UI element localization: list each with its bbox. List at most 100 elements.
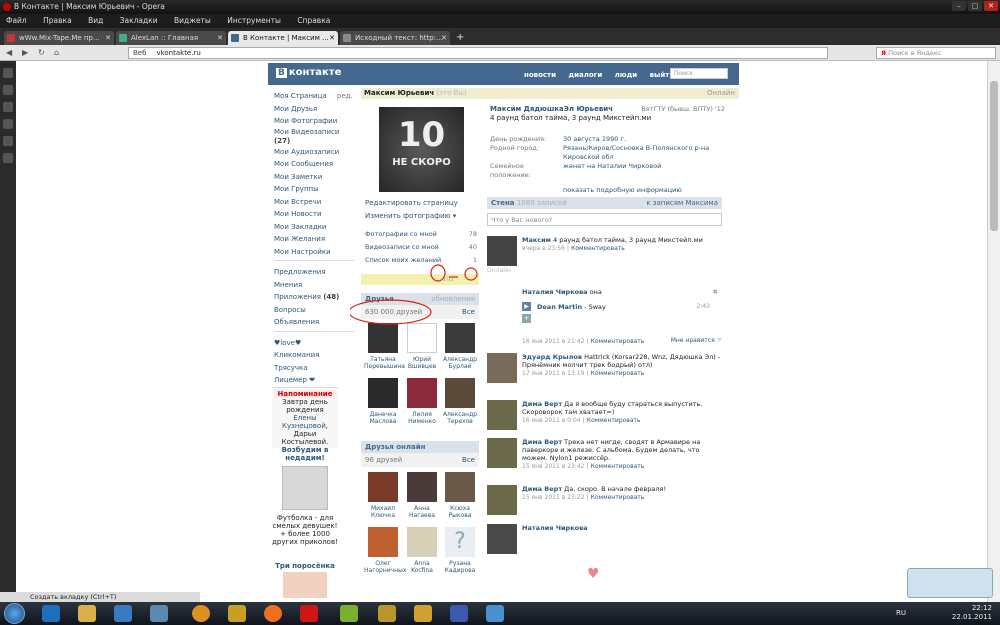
maximize-button[interactable]: □ [968,1,982,11]
friend-first-name[interactable]: Анна [403,505,441,512]
friend-photo[interactable] [445,472,475,502]
friend-first-name[interactable]: Олег [364,560,402,567]
minimize-button[interactable]: – [952,1,966,11]
friend-last-name[interactable]: Вшивцев [403,363,441,370]
play-icon[interactable]: ▶ [522,302,531,311]
to-records-link[interactable]: к записям Максима [646,199,718,207]
friend-card[interactable]: Михаил Ключка [364,472,402,519]
comment-link[interactable]: Комментировать [591,338,645,345]
app-icon[interactable] [228,605,246,622]
show-more-info-link[interactable]: показать подробную информацию [563,186,725,195]
menu-questions[interactable]: Вопросы [274,304,354,317]
page-scrollbar[interactable] [987,61,1000,602]
scrollbar-thumb[interactable] [990,81,998,231]
post-author[interactable]: Дима Верт [522,400,562,408]
ad2-image[interactable] [283,572,327,598]
friend-last-name[interactable]: Маслова [364,418,402,425]
friend-card[interactable]: Anna Kocfina [403,527,441,574]
menu-widgets[interactable]: Виджеты [174,16,211,25]
menu-opinions[interactable]: Мнения [274,279,354,292]
profile-university[interactable]: ВятГТУ (бывш. ВПТУ) '12 [641,105,725,114]
menu-bookmarks[interactable]: Закладки [120,16,158,25]
friend-card[interactable]: Ксюха Рыкова [441,472,479,519]
post-author[interactable]: Наталия Чиркова [522,288,588,296]
friend-card[interactable]: Лилия Нименко [403,378,441,425]
menu-ads[interactable]: Объявления [274,316,354,329]
friend-first-name[interactable]: Данечка [364,411,402,418]
menu-my-messages[interactable]: Мои Сообщения [274,158,354,171]
tab-close-icon[interactable]: ✕ [329,31,335,45]
tab-vkontakte[interactable]: В Контакте | Максим ... ✕ [228,31,338,45]
song-artist[interactable]: Dean Martin [537,303,582,311]
wall-post-input[interactable]: Что у Вас нового? [487,213,722,226]
friend-photo[interactable] [407,472,437,502]
app-icon[interactable] [192,605,210,622]
friend-last-name[interactable]: Терехов [441,418,479,425]
menu-my-friends[interactable]: Мои Друзья [274,103,354,116]
vk-search-input[interactable]: Поиск [670,68,728,79]
comment-link[interactable]: Комментировать [571,245,625,252]
app-icon[interactable] [414,605,432,622]
app-icon[interactable] [340,605,358,622]
comment-link[interactable]: Комментировать [587,417,641,424]
opera-taskbar-icon[interactable] [300,605,318,622]
bookmarks-panel-icon[interactable] [3,68,13,78]
menu-my-events[interactable]: Мои Встречи [274,196,354,209]
tab-close-icon[interactable]: ✕ [441,31,447,45]
menu-my-page[interactable]: Моя Страница [274,92,327,100]
profile-avatar[interactable]: 10 НЕ СКОРО [379,107,464,192]
new-tab-plus-icon[interactable]: + [456,31,464,45]
videos-with-me[interactable]: Видеозаписи со мной 40 [365,241,477,254]
ad-image[interactable] [282,466,328,510]
comment-link[interactable]: Комментировать [591,463,645,470]
search-field[interactable]: Я Поиск в Яндекс [876,47,996,59]
app-klikomania[interactable]: Кликомания [274,349,354,362]
comment-link[interactable]: Комментировать [591,370,645,377]
menu-my-notes[interactable]: Мои Заметки [274,171,354,184]
online-friends-title[interactable]: Друзья онлайн [361,441,479,453]
friend-photo[interactable] [445,378,475,408]
friend-first-name[interactable]: Александр [441,356,479,363]
friend-first-name[interactable]: Юрий [403,356,441,363]
delete-post-icon[interactable]: ✖ [713,288,718,296]
friend-card[interactable]: Александр Терехов [441,378,479,425]
post-author[interactable]: Наталия Чиркова [522,524,588,532]
ad2-title[interactable]: Три поросёнка [275,562,335,570]
nav-dialogs[interactable]: диалоги [568,71,602,79]
app-icon[interactable] [150,605,168,622]
edit-page-link[interactable]: Редактировать страницу [365,197,458,210]
downloads-panel-icon[interactable] [3,119,13,129]
app-icon[interactable] [114,605,132,622]
ad-title[interactable]: Возбудим в недадим! [272,446,338,462]
network-gadget[interactable] [907,568,993,598]
friend-first-name[interactable]: Татьяна [364,356,402,363]
birthday-value[interactable]: 30 августа 1990 г. [563,135,626,144]
friend-card[interactable]: ? Рузана Кадирова [441,527,479,574]
menu-my-settings[interactable]: Мои Настройки [274,246,354,259]
history-panel-icon[interactable] [3,136,13,146]
menu-file[interactable]: Файл [6,16,27,25]
forward-icon[interactable]: ▶ [22,48,32,58]
friend-first-name[interactable]: Anna [403,560,441,567]
post-avatar[interactable] [487,236,517,266]
post-avatar[interactable] [487,400,517,430]
friend-photo[interactable] [368,378,398,408]
notes-panel-icon[interactable] [3,102,13,112]
post-avatar[interactable] [487,438,517,468]
app-litsemer[interactable]: Лицемер ❤ [274,374,354,387]
menu-tools[interactable]: Инструменты [227,16,281,25]
menu-my-photos[interactable]: Мои Фотографии [274,115,354,128]
ie-icon[interactable] [42,605,60,622]
friend-first-name[interactable]: Михаил [364,505,402,512]
change-photo-link[interactable]: Изменить фотографию ▾ [365,210,458,223]
nav-people[interactable]: люди [615,71,638,79]
reminder-names[interactable]: Елены Кузнецовой [282,414,326,430]
post-author[interactable]: Дима Верт [522,485,562,493]
post-author[interactable]: Максим [522,236,551,244]
online-friends-all-link[interactable]: Все [462,456,475,464]
post-avatar[interactable] [487,524,517,554]
post-avatar[interactable] [487,485,517,515]
menu-edit[interactable]: Правка [43,16,72,25]
app-icon[interactable] [378,605,396,622]
no-photo-question-icon[interactable]: ? [445,527,475,557]
